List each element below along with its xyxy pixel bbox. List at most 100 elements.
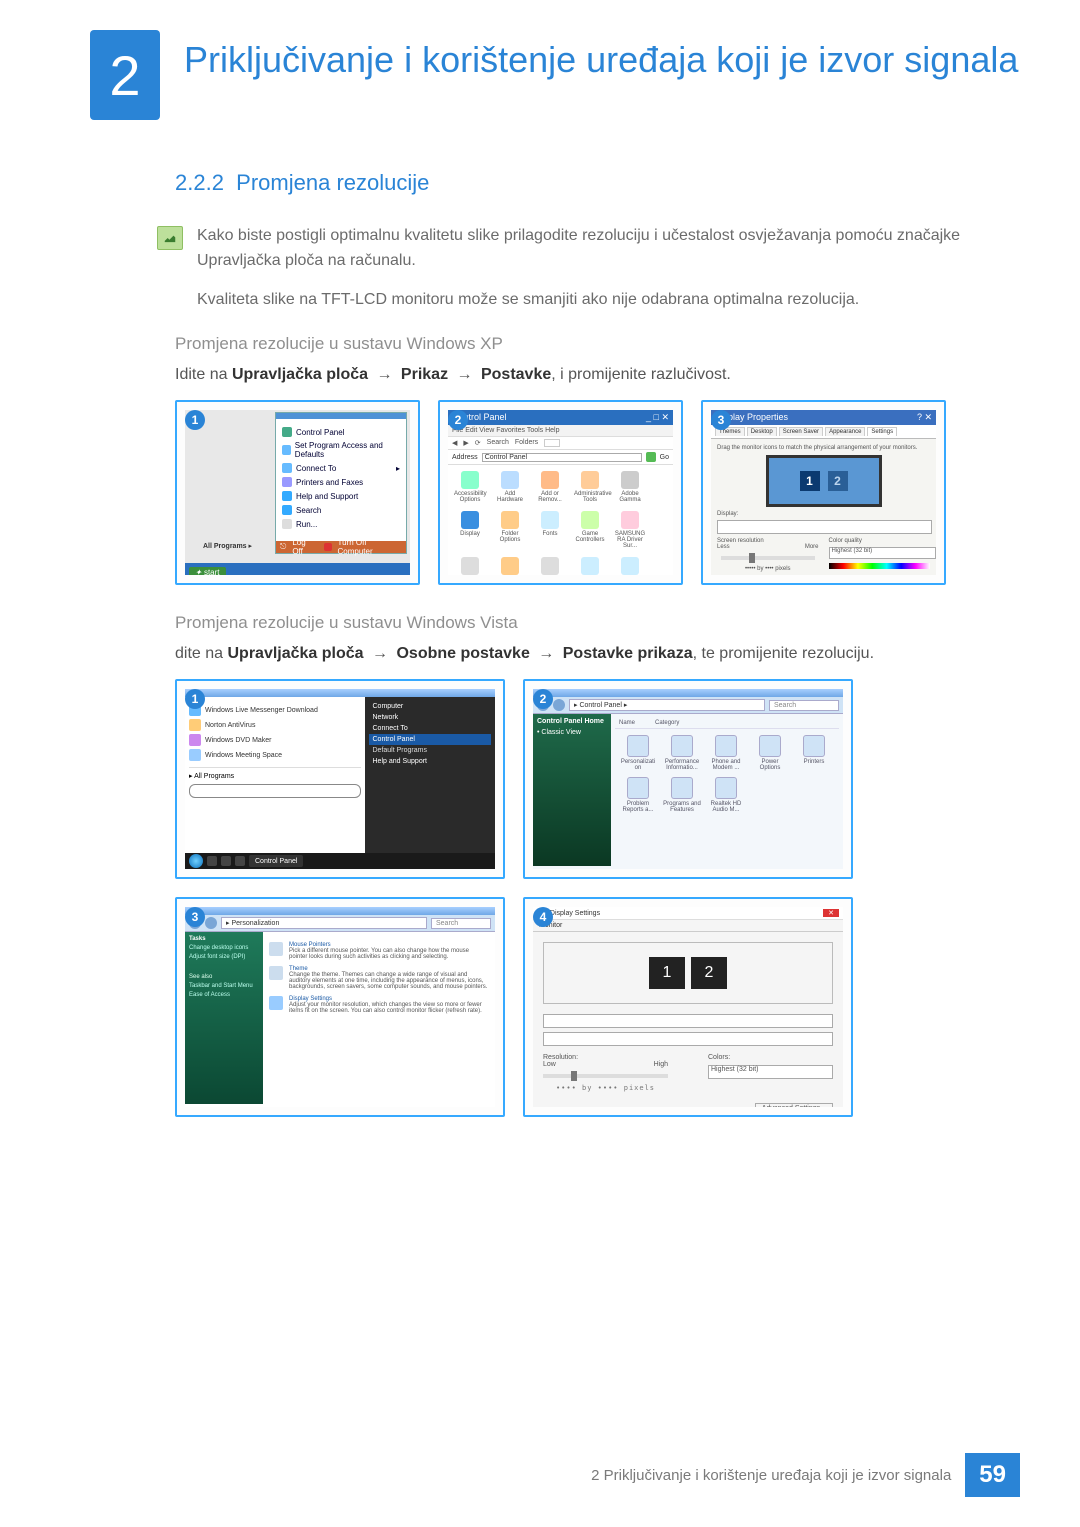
personalization-item[interactable]: ThemeChange the theme. Themes can change… — [269, 966, 489, 990]
vista-menu-item[interactable]: Windows DVD Maker — [189, 734, 361, 746]
xp-menu-item[interactable]: Printers and Faxes — [296, 478, 363, 487]
vista-menu-item[interactable]: Norton AntiVirus — [189, 719, 361, 731]
xp-menu-item[interactable]: Search — [296, 506, 321, 515]
vista-menu-item[interactable]: Network — [369, 712, 492, 723]
xp-menu-item[interactable]: Help and Support — [296, 492, 358, 501]
task-link[interactable]: Adjust font size (DPI) — [189, 954, 259, 960]
cp-icon[interactable]: Printers — [795, 735, 833, 771]
color-dropdown[interactable]: Highest (32 bit) — [829, 547, 937, 559]
task-link[interactable]: Change desktop icons — [189, 945, 259, 951]
cp-home-link[interactable]: Control Panel Home — [537, 718, 607, 725]
cp-icon[interactable]: Network Setup Wizard — [614, 557, 646, 575]
cp-icon[interactable]: Performance Informatio... — [663, 735, 701, 771]
vista-menu-item[interactable]: Default Programs — [369, 745, 492, 756]
cp-menubar[interactable]: File Edit View Favorites Tools Help — [448, 425, 673, 437]
vista-menu-item[interactable]: Computer — [369, 701, 492, 712]
cp-icon[interactable]: Keyboard — [454, 557, 486, 575]
arrow-icon: → — [376, 366, 392, 383]
xp-logoff[interactable]: Log Off — [292, 538, 317, 556]
taskbar-item[interactable]: Control Panel — [249, 855, 303, 867]
display-dropdown-2[interactable] — [543, 1032, 833, 1046]
cp-icon[interactable]: Personalizati on — [619, 735, 657, 771]
xp-all-programs[interactable]: All Programs — [203, 543, 247, 550]
xp-menu-item[interactable]: Connect To — [296, 464, 336, 473]
dp-tabs[interactable]: Themes Desktop Screen Saver Appearance S… — [711, 425, 936, 439]
search-input[interactable]: Search — [431, 918, 491, 929]
forward-button[interactable] — [553, 699, 565, 711]
cp-icon[interactable]: Problem Reports a... — [619, 777, 657, 813]
breadcrumb[interactable]: ▸ Personalization — [221, 917, 427, 929]
advanced-button[interactable]: Advanced Settings... — [755, 1103, 833, 1107]
search-input[interactable]: Search — [769, 700, 839, 711]
personalization-item-display[interactable]: Display SettingsAdjust your monitor reso… — [269, 996, 489, 1014]
xp-menu-control-panel[interactable]: Control Panel — [296, 428, 344, 437]
colors-dropdown[interactable]: Highest (32 bit) — [708, 1065, 833, 1079]
window-controls[interactable]: _ □ ✕ — [646, 412, 669, 423]
arrow-icon: → — [372, 645, 388, 662]
cp-address-label: Address — [452, 454, 478, 461]
xp-menu-item[interactable]: Run... — [296, 520, 317, 529]
cp-icon[interactable]: Add or Remov... — [534, 471, 566, 503]
xp-screens: 1 Control Panel Set Program Access and D… — [175, 400, 990, 585]
cp-icon[interactable]: Realtek HD Audio M... — [707, 777, 745, 813]
cp-icon[interactable]: Phone and Modem ... — [707, 735, 745, 771]
start-orb[interactable] — [189, 854, 203, 868]
vista-heading: Promjena rezolucije u sustavu Windows Vi… — [175, 613, 990, 633]
vista-instruction: dite na Upravljačka ploča → Osobne posta… — [175, 645, 990, 663]
cp-icon[interactable]: Administrative Tools — [574, 471, 606, 503]
close-button[interactable]: ✕ — [823, 909, 839, 917]
seealso-link[interactable]: Ease of Access — [189, 992, 259, 998]
cp-icon[interactable]: Accessibility Options — [454, 471, 486, 503]
note-block: Kako biste postigli optimalnu kvalitetu … — [157, 224, 990, 312]
xp-instr-pre: Idite na — [175, 366, 232, 383]
col-header[interactable]: Name — [619, 720, 635, 726]
cp-classic-link[interactable]: Classic View — [541, 729, 581, 736]
xp-menu-item[interactable]: Set Program Access and Defaults — [295, 441, 400, 459]
monitor-preview[interactable]: 1 2 — [766, 455, 882, 507]
vista-menu-item[interactable]: Windows Live Messenger Download — [189, 704, 361, 716]
cp-icon[interactable]: Adobe Gamma — [614, 471, 646, 503]
col-header[interactable]: Category — [655, 720, 679, 726]
xp-turnoff[interactable]: Turn Off Computer — [338, 538, 402, 556]
display-dropdown[interactable] — [717, 520, 932, 534]
cp-icon-display[interactable]: Display — [454, 511, 486, 549]
cp-icon-grid: Accessibility Options Add Hardware Add o… — [448, 465, 673, 575]
go-button[interactable] — [646, 452, 656, 462]
cp-icon[interactable]: Game Controllers — [574, 511, 606, 549]
forward-button[interactable] — [205, 917, 217, 929]
resolution-slider[interactable] — [543, 1074, 668, 1078]
cp-toolbar[interactable]: ◀▶⟳SearchFolders — [448, 437, 673, 450]
breadcrumb[interactable]: ▸ Control Panel ▸ — [569, 699, 765, 711]
cp-address-field[interactable]: Control Panel — [482, 453, 642, 462]
tab-settings[interactable]: Settings — [867, 427, 897, 436]
vista-menu-item[interactable]: Windows Meeting Space — [189, 749, 361, 761]
xp-path-1: Upravljačka ploča — [232, 366, 368, 383]
cp-icon[interactable]: Folder Options — [494, 511, 526, 549]
vista-search-input[interactable] — [189, 784, 361, 798]
cp-icon[interactable]: Fonts — [534, 511, 566, 549]
seealso-link[interactable]: Taskbar and Start Menu — [189, 983, 259, 989]
window-controls[interactable]: ? ✕ — [917, 412, 932, 423]
res-label: Resolution: — [543, 1054, 668, 1061]
tab-monitor[interactable]: Monitor — [533, 920, 843, 932]
xp-start-button[interactable]: ✦ start — [189, 567, 226, 576]
display-dropdown[interactable] — [543, 1014, 833, 1028]
personalization-item[interactable]: Mouse PointersPick a different mouse poi… — [269, 942, 489, 960]
cp-icon[interactable]: Network Connections — [574, 557, 606, 575]
cp-icon[interactable]: Mail — [494, 557, 526, 575]
cp-icon[interactable]: Programs and Features — [663, 777, 701, 813]
cp-icon[interactable]: Power Options — [751, 735, 789, 771]
monitor-preview[interactable]: 1 2 — [543, 942, 833, 1004]
vista-all-programs[interactable]: ▸ All Programs — [189, 767, 361, 780]
resolution-slider[interactable] — [721, 556, 815, 560]
vista-path-3: Postavke prikaza — [563, 645, 693, 662]
vista-menu-item[interactable]: Help and Support — [369, 756, 492, 767]
go-label: Go — [660, 454, 669, 461]
vista-path-2: Osobne postavke — [396, 645, 529, 662]
vista-screen-3: 3 ▸ Personalization Search Tasks — [175, 897, 505, 1117]
cp-icon[interactable]: Mouse — [534, 557, 566, 575]
cp-icon[interactable]: SAMSUNG RA Driver Sur... — [614, 511, 646, 549]
cp-icon[interactable]: Add Hardware — [494, 471, 526, 503]
vista-menu-control-panel[interactable]: Control Panel — [369, 734, 492, 745]
vista-menu-item[interactable]: Connect To — [369, 723, 492, 734]
